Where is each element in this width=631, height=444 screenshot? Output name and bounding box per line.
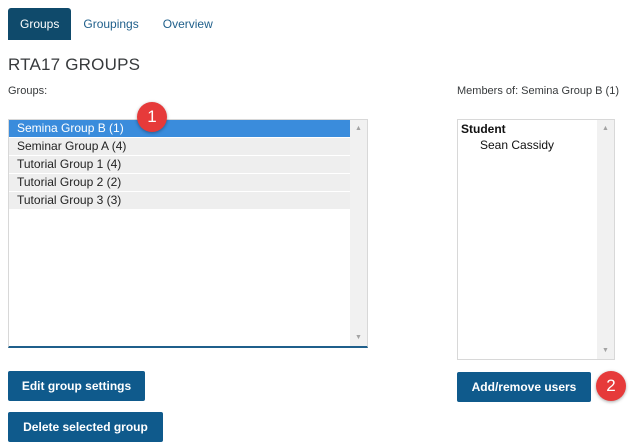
tab-overview[interactable]: Overview: [151, 8, 225, 40]
group-option[interactable]: Tutorial Group 1 (4): [9, 156, 350, 173]
group-option[interactable]: Tutorial Group 2 (2): [9, 174, 350, 191]
edit-group-settings-button[interactable]: Edit group settings: [8, 371, 145, 401]
group-option[interactable]: Tutorial Group 3 (3): [9, 192, 350, 209]
triangle-up-icon[interactable]: ▲: [350, 120, 367, 137]
step-badge-2: 2: [596, 371, 626, 401]
delete-selected-group-button[interactable]: Delete selected group: [8, 412, 163, 442]
tab-bar: Groups Groupings Overview: [8, 8, 225, 40]
add-remove-users-button[interactable]: Add/remove users: [457, 372, 591, 402]
triangle-down-icon[interactable]: ▼: [350, 329, 367, 346]
member-role-heading: Student: [461, 122, 506, 136]
members-listbox[interactable]: Student Sean Cassidy ▲ ▼: [457, 119, 615, 360]
step-badge-1: 1: [137, 102, 167, 132]
triangle-down-icon[interactable]: ▼: [597, 342, 614, 359]
members-scrollbar[interactable]: ▲ ▼: [597, 120, 614, 359]
groups-listbox[interactable]: Semina Group B (1) Seminar Group A (4) T…: [8, 119, 368, 348]
page-title: RTA17 GROUPS: [8, 55, 141, 74]
groups-scrollbar[interactable]: ▲ ▼: [350, 120, 367, 346]
members-label: Members of: Semina Group B (1): [457, 85, 620, 97]
member-option[interactable]: Sean Cassidy: [458, 137, 614, 154]
group-option[interactable]: Semina Group B (1): [9, 120, 350, 137]
triangle-up-icon[interactable]: ▲: [597, 120, 614, 137]
groups-label: Groups:: [8, 85, 48, 97]
group-option[interactable]: Seminar Group A (4): [9, 138, 350, 155]
tab-groupings[interactable]: Groupings: [71, 8, 150, 40]
tab-groups[interactable]: Groups: [8, 8, 72, 40]
